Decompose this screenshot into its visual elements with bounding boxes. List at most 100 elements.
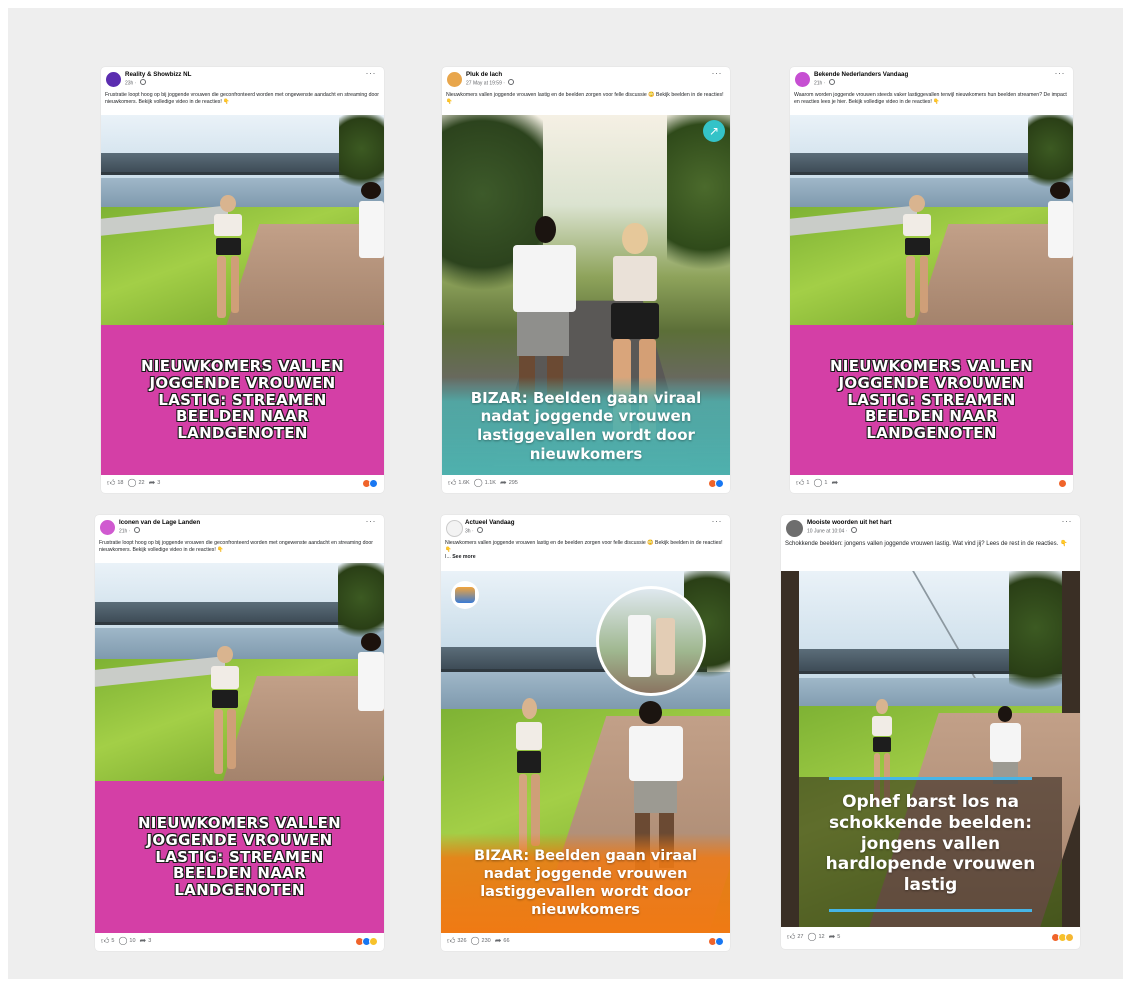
page-name[interactable]: Actueel Vandaag <box>465 519 515 526</box>
post-header: Mooiste woorden uit het hart 10 June at … <box>781 515 1080 571</box>
post-time[interactable]: 10 June at 10:04 · <box>807 527 857 535</box>
headline-banner: NIEUWKOMERS VALLEN JOGGENDE VROUWEN LAST… <box>95 781 384 933</box>
page-name[interactable]: Mooiste woorden uit het hart <box>807 519 892 526</box>
headline-text: BIZAR: Beelden gaan viraal nadat joggend… <box>470 388 702 463</box>
page-avatar[interactable] <box>446 520 463 537</box>
page-avatar[interactable] <box>100 520 115 535</box>
post-time[interactable]: 21h · <box>814 79 835 87</box>
page-name[interactable]: Pluk de lach <box>466 71 502 78</box>
thumbs-up-icon: 👍︎ <box>448 478 457 487</box>
post-header: Bekende Nederlanders Vandaag 21h · ··· W… <box>790 67 1073 115</box>
post-image[interactable]: ↗ BIZAR: Beelden gaan viraal nadat jogge… <box>442 115 730 475</box>
post-image[interactable]: Ophef barst los na schokkende beelden: j… <box>781 571 1080 927</box>
accent-bar-top <box>828 777 1033 780</box>
post-actions: 👍︎ 18 ◯ 22 ➦ 3 <box>101 475 384 493</box>
collage-background: Reality & Showbizz NL 23h · ··· Frustrat… <box>8 8 1123 979</box>
post-caption: Frustratie loopt hoog op bij joggende vr… <box>99 540 373 553</box>
comment-button[interactable]: ◯ 22 <box>128 479 145 487</box>
photo-scene <box>101 115 384 325</box>
post-time[interactable]: 21h · <box>119 527 140 535</box>
more-options-icon[interactable]: ··· <box>366 69 377 78</box>
thumbs-up-icon: 👍︎ <box>796 478 805 487</box>
comment-icon: ◯ <box>807 932 817 941</box>
reaction-icons[interactable] <box>1058 479 1067 488</box>
post-actions: 👍︎ 1 ◯ 1 ➦ <box>790 475 1073 493</box>
comment-button[interactable]: ◯ 230 <box>471 937 491 945</box>
haha-reaction-icon <box>369 937 378 946</box>
page-avatar[interactable] <box>786 520 803 537</box>
thumbs-up-icon: 👍︎ <box>447 936 456 945</box>
share-button[interactable]: ➦ 3 <box>149 479 161 487</box>
headline-text: BIZAR: Beelden gaan viraal nadat joggend… <box>474 847 697 919</box>
globe-icon <box>133 527 140 533</box>
headline-banner: Ophef barst los na schokkende beelden: j… <box>781 783 1080 905</box>
post-caption: Waarom worden joggende vrouwen steeds va… <box>794 92 1067 105</box>
post-image[interactable]: NIEUWKOMERS VALLEN JOGGENDE VROUWEN LAST… <box>790 115 1073 475</box>
headline-banner: BIZAR: Beelden gaan viraal nadat joggend… <box>441 833 730 933</box>
post-image[interactable]: NIEUWKOMERS VALLEN JOGGENDE VROUWEN LAST… <box>95 563 384 933</box>
share-icon: ➦ <box>499 478 507 487</box>
trending-icon: ↗ <box>703 120 725 142</box>
thumbs-up-icon: 👍︎ <box>101 936 110 945</box>
headline-banner: BIZAR: Beelden gaan viraal nadat joggend… <box>442 377 730 475</box>
post-time[interactable]: 3h · <box>465 527 484 535</box>
globe-icon <box>477 527 484 533</box>
post-header: Reality & Showbizz NL 23h · ··· Frustrat… <box>101 67 384 115</box>
page-name[interactable]: Iconen van de Lage Landen <box>119 519 200 526</box>
comment-button[interactable]: ◯ 1.1K <box>474 479 496 487</box>
more-options-icon[interactable]: ··· <box>366 517 377 526</box>
globe-icon <box>508 79 515 85</box>
page-name[interactable]: Reality & Showbizz NL <box>125 71 191 78</box>
like-button[interactable]: 👍︎ 27 <box>787 933 804 941</box>
page-avatar[interactable] <box>106 72 121 87</box>
like-button[interactable]: 👍︎ 326 <box>447 937 467 945</box>
share-button[interactable]: ➦ <box>831 479 840 487</box>
reaction-icons[interactable] <box>362 479 378 488</box>
sad-reaction-icon <box>1065 933 1074 942</box>
reaction-icons[interactable] <box>355 937 378 946</box>
reaction-icons[interactable] <box>708 937 724 946</box>
like-button[interactable]: 👍︎ 1 <box>796 479 809 487</box>
share-button[interactable]: ➦ 5 <box>829 933 841 941</box>
share-icon: ➦ <box>139 936 147 945</box>
angry-reaction-icon <box>1058 479 1067 488</box>
post-image[interactable]: BIZAR: Beelden gaan viraal nadat joggend… <box>441 571 730 933</box>
page-avatar[interactable] <box>795 72 810 87</box>
more-options-icon[interactable]: ··· <box>1055 69 1066 78</box>
photo-scene <box>790 115 1073 325</box>
share-icon: ➦ <box>494 936 502 945</box>
post-actions: 👍︎ 326 ◯ 230 ➦ 66 <box>441 933 730 951</box>
page-avatar[interactable] <box>447 72 462 87</box>
more-options-icon[interactable]: ··· <box>712 517 723 526</box>
like-button[interactable]: 👍︎ 1.6K <box>448 479 470 487</box>
comment-icon: ◯ <box>470 936 480 945</box>
see-more-link[interactable]: See more <box>452 554 475 560</box>
comment-button[interactable]: ◯ 1 <box>813 479 827 487</box>
reaction-icons[interactable] <box>1051 933 1074 942</box>
more-options-icon[interactable]: ··· <box>1062 517 1073 526</box>
like-button[interactable]: 👍︎ 5 <box>101 937 114 945</box>
like-reaction-icon <box>715 937 724 946</box>
share-button[interactable]: ➦ 66 <box>495 937 510 945</box>
more-options-icon[interactable]: ··· <box>712 69 723 78</box>
post-time[interactable]: 23h · <box>125 79 146 87</box>
share-button[interactable]: ➦ 3 <box>140 937 152 945</box>
facebook-post: Bekende Nederlanders Vandaag 21h · ··· W… <box>790 67 1073 493</box>
like-reaction-icon <box>369 479 378 488</box>
reaction-icons[interactable] <box>708 479 724 488</box>
page-name[interactable]: Bekende Nederlanders Vandaag <box>814 71 908 78</box>
post-caption: Schokkende beelden: jongens vallen jogge… <box>785 541 1068 547</box>
headline-text: NIEUWKOMERS VALLEN JOGGENDE VROUWEN LAST… <box>140 356 345 443</box>
post-header: Pluk de lach 27 May at 19:59 · ··· Nieuw… <box>442 67 730 115</box>
share-icon: ➦ <box>148 478 156 487</box>
share-button[interactable]: ➦ 295 <box>500 479 518 487</box>
like-button[interactable]: 👍︎ 18 <box>107 479 124 487</box>
comment-button[interactable]: ◯ 12 <box>808 933 825 941</box>
headline-banner: NIEUWKOMERS VALLEN JOGGENDE VROUWEN LAST… <box>101 325 384 475</box>
post-image[interactable]: NIEUWKOMERS VALLEN JOGGENDE VROUWEN LAST… <box>101 115 384 475</box>
comment-button[interactable]: ◯ 10 <box>118 937 135 945</box>
post-time[interactable]: 27 May at 19:59 · <box>466 79 515 87</box>
share-icon: ➦ <box>828 932 836 941</box>
globe-icon <box>828 79 835 85</box>
comment-icon: ◯ <box>813 478 823 487</box>
